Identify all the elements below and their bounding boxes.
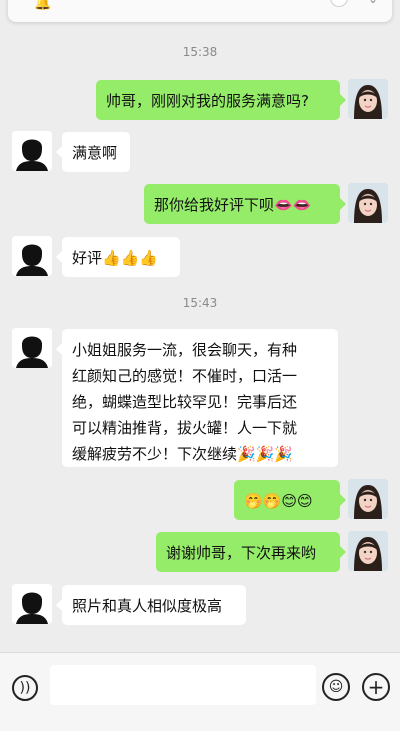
woman-avatar-icon: [348, 183, 388, 223]
message-text: 绝，蝴蝶造型比较罕见！完事后还: [72, 393, 298, 411]
avatar-contact[interactable]: [12, 328, 52, 368]
man-silhouette-icon: [12, 236, 52, 276]
message-text: 缓解疲劳不少！下次继续🎉🎉🎉: [72, 445, 294, 463]
message-text: 那你给我好评下呗👄👄: [154, 196, 312, 214]
message-text: 谢谢帅哥，下次再来哟: [166, 544, 317, 562]
voice-icon[interactable]: )): [12, 675, 38, 701]
timestamp: 15:43: [182, 296, 218, 310]
message-bubble[interactable]: 🤭🤭😊😊: [234, 480, 346, 520]
timestamp: 15:38: [182, 45, 218, 59]
message-bubble[interactable]: 谢谢帅哥，下次再来哟: [156, 532, 346, 572]
man-silhouette-icon: [12, 131, 52, 171]
message-text: 红颜知己的感觉！不催时，口活一: [72, 367, 298, 385]
message-text: 满意啊: [72, 144, 118, 162]
chevron-down-icon[interactable]: ⌄: [368, 0, 378, 5]
avatar-contact[interactable]: [12, 236, 52, 276]
plus-icon[interactable]: +: [362, 673, 390, 701]
avatar-self[interactable]: [348, 479, 388, 519]
notification-card[interactable]: 🔔 ⌄: [8, 0, 392, 22]
toggle-knob[interactable]: [330, 0, 348, 7]
avatar-contact[interactable]: [12, 131, 52, 171]
avatar-contact[interactable]: [12, 584, 52, 624]
message-input[interactable]: [50, 665, 316, 705]
message-bubble[interactable]: 好评👍👍👍: [56, 237, 180, 277]
message-bubble[interactable]: 小姐姐服务一流，很会聊天，有种 红颜知己的感觉！不催时，口活一 绝，蝴蝶造型比较…: [56, 329, 338, 467]
emoji-icon[interactable]: ☺: [322, 673, 350, 701]
message-text: 🤭🤭😊😊: [244, 492, 313, 510]
avatar-self[interactable]: [348, 183, 388, 223]
avatar-self[interactable]: [348, 79, 388, 119]
message-text: 小姐姐服务一流，很会聊天，有种: [72, 341, 298, 359]
message-text: 帅哥，刚刚对我的服务满意吗?: [106, 92, 309, 110]
message-bubble[interactable]: 那你给我好评下呗👄👄: [144, 184, 346, 224]
message-text: 照片和真人相似度极高: [72, 597, 223, 615]
man-silhouette-icon: [12, 584, 52, 624]
message-text: 好评👍👍👍: [72, 249, 159, 267]
message-bubble[interactable]: 照片和真人相似度极高: [56, 585, 246, 625]
chat-input-bar: )) ☺ +: [0, 652, 400, 731]
woman-avatar-icon: [348, 79, 388, 119]
avatar-self[interactable]: [348, 531, 388, 571]
message-bubble[interactable]: 满意啊: [56, 132, 130, 172]
bell-icon: 🔔: [34, 0, 52, 11]
woman-avatar-icon: [348, 531, 388, 571]
woman-avatar-icon: [348, 479, 388, 519]
message-text: 可以精油推背，拔火罐！人一下就: [72, 419, 298, 437]
man-silhouette-icon: [12, 328, 52, 368]
message-bubble[interactable]: 帅哥，刚刚对我的服务满意吗?: [96, 80, 346, 120]
